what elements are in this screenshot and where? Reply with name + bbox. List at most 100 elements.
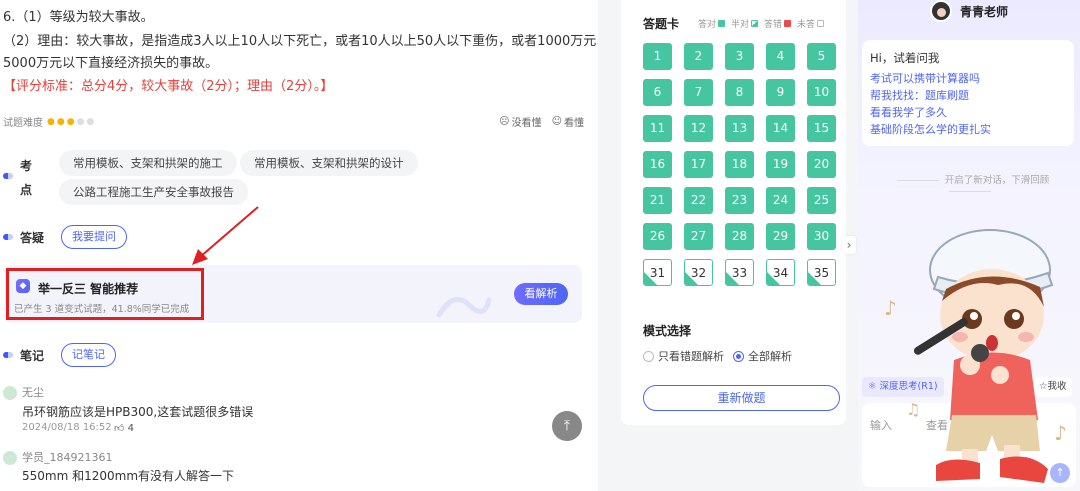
qa-label: 答疑 — [20, 231, 45, 245]
legend-correct: 答对 — [698, 17, 726, 30]
answer-line-2: （2）理由：较大事故，是指造成3人以上10人以下死亡，或者10人以上50人以下重… — [3, 34, 598, 49]
question-number-cell[interactable]: 16 — [643, 151, 672, 178]
view-analysis-button[interactable]: 看解析 — [514, 283, 568, 305]
like-button[interactable]: 👍︎ 4 — [114, 422, 134, 434]
legend-label: 答错 — [764, 20, 783, 30]
question-number: 28 — [731, 229, 748, 243]
grading-criteria: 【评分标准：总分4分，较大事故（2分）；理由（2分）。】 — [3, 79, 334, 94]
question-number: 12 — [690, 121, 707, 135]
question-number-cell[interactable]: 19 — [766, 151, 795, 178]
question-number: 8 — [735, 85, 744, 99]
suggestion-link[interactable]: 看看我学了多久 — [870, 104, 1066, 121]
question-number: 5 — [817, 49, 826, 63]
question-number-cell[interactable]: 17 — [684, 151, 713, 178]
mode-option-label: 全部解析 — [748, 350, 792, 363]
section-bullet-icon — [3, 234, 13, 240]
question-number-cell[interactable]: 28 — [725, 223, 754, 250]
section-bullet-icon — [3, 352, 13, 358]
thumbs-up-icon: 👍︎ — [114, 423, 125, 434]
star-icon: ● — [86, 116, 95, 127]
legend-swatch — [817, 20, 825, 27]
question-number-cell[interactable]: 7 — [684, 79, 713, 106]
question-number-cell[interactable]: 8 — [725, 79, 754, 106]
knowledge-label-1: 考 — [20, 159, 33, 173]
mode-title: 模式选择 — [643, 324, 692, 338]
svg-text:♪: ♪ — [884, 296, 897, 320]
sad-face-icon: ☹ — [499, 116, 510, 127]
question-number: 14 — [772, 121, 789, 135]
question-number-cell[interactable]: 35 — [807, 259, 836, 286]
app-root: 6.（1）等级为较大事故。 （2）理由：较大事故，是指造成3人以上10人以下死亡… — [0, 0, 1080, 491]
question-number-cell[interactable]: 9 — [766, 79, 795, 106]
question-number-cell[interactable]: 24 — [766, 187, 795, 214]
question-number-cell[interactable]: 26 — [643, 223, 672, 250]
question-number-cell[interactable]: 12 — [684, 115, 713, 142]
question-number-cell[interactable]: 30 — [807, 223, 836, 250]
question-number: 35 — [813, 266, 830, 280]
legend-unanswered: 未答 — [797, 17, 825, 30]
question-number: 22 — [690, 193, 707, 207]
question-number-cell[interactable]: 20 — [807, 151, 836, 178]
question-number-cell[interactable]: 33 — [725, 259, 754, 286]
question-number-cell[interactable]: 18 — [725, 151, 754, 178]
redo-button[interactable]: 重新做题 — [643, 385, 840, 411]
question-number: 13 — [731, 121, 748, 135]
legend-swatch — [751, 20, 759, 27]
question-number-cell[interactable]: 15 — [807, 115, 836, 142]
suggestion-link[interactable]: 基础阶段怎么学的更扎实 — [870, 121, 1066, 138]
understood-button[interactable]: ☺ 看懂 — [552, 114, 584, 129]
question-number: 10 — [813, 85, 830, 99]
question-number-cell[interactable]: 22 — [684, 187, 713, 214]
question-number-cell[interactable]: 21 — [643, 187, 672, 214]
question-number-cell[interactable]: 2 — [684, 43, 713, 70]
back-to-top-button[interactable]: ⤒ — [552, 411, 582, 441]
knowledge-tag[interactable]: 常用模板、支架和拱架的设计 — [240, 150, 418, 176]
knowledge-tag[interactable]: 常用模板、支架和拱架的施工 — [59, 150, 237, 176]
legend-swatch — [784, 20, 792, 27]
radio-icon — [643, 350, 654, 362]
question-number-cell[interactable]: 11 — [643, 115, 672, 142]
question-number-cell[interactable]: 14 — [766, 115, 795, 142]
question-number-cell[interactable]: 27 — [684, 223, 713, 250]
question-number-cell[interactable]: 6 — [643, 79, 672, 106]
avatar — [3, 386, 17, 400]
ask-question-button[interactable]: 我要提问 — [61, 225, 127, 249]
chevron-right-icon[interactable]: › — [842, 236, 856, 254]
atom-icon: ⚛ — [868, 381, 877, 392]
question-number-cell[interactable]: 4 — [766, 43, 795, 70]
question-number-cell[interactable]: 23 — [725, 187, 754, 214]
teacher-header: 青青老师 — [930, 0, 1008, 22]
question-number-cell[interactable]: 5 — [807, 43, 836, 70]
question-number-cell[interactable]: 25 — [807, 187, 836, 214]
mode-option-wrong-only[interactable]: 只看错题解析 — [643, 348, 724, 364]
take-note-button[interactable]: 记笔记 — [61, 343, 116, 367]
suggestion-link[interactable]: 考试可以携带计算器吗 — [870, 70, 1066, 87]
question-number-cell[interactable]: 3 — [725, 43, 754, 70]
question-analysis-panel: 6.（1）等级为较大事故。 （2）理由：较大事故，是指造成3人以上10人以下死亡… — [0, 0, 598, 491]
legend-swatch — [718, 20, 726, 27]
question-number-cell[interactable]: 1 — [643, 43, 672, 70]
knowledge-label-2: 点 — [20, 183, 33, 197]
knowledge-tag[interactable]: 公路工程施工生产安全事故报告 — [59, 179, 248, 205]
question-number: 19 — [772, 157, 789, 171]
question-number: 15 — [813, 121, 830, 135]
question-number: 16 — [649, 157, 666, 171]
not-understood-button[interactable]: ☹ 没看懂 — [499, 114, 541, 129]
question-number-cell[interactable]: 31 — [643, 259, 672, 286]
arrow-up-icon: ⤒ — [563, 418, 571, 434]
question-number: 24 — [772, 193, 789, 207]
star-icon: ● — [56, 116, 65, 127]
question-number-cell[interactable]: 34 — [766, 259, 795, 286]
legend-label: 半对 — [731, 20, 750, 30]
mode-option-all[interactable]: 全部解析 — [733, 348, 792, 364]
comment-text: 吊环钢筋应该是HPB300,这套试题很多错误 — [22, 405, 254, 419]
question-number-cell[interactable]: 32 — [684, 259, 713, 286]
suggestion-link[interactable]: 帮我找找：题库刷题 — [870, 87, 1066, 104]
question-number: 4 — [776, 49, 785, 63]
question-number-cell[interactable]: 29 — [766, 223, 795, 250]
question-number-cell[interactable]: 10 — [807, 79, 836, 106]
question-number-cell[interactable]: 13 — [725, 115, 754, 142]
difficulty-row: 试题难度 ● ● ● ● ● — [3, 114, 95, 130]
question-number: 1 — [653, 49, 662, 63]
question-number: 9 — [776, 85, 785, 99]
